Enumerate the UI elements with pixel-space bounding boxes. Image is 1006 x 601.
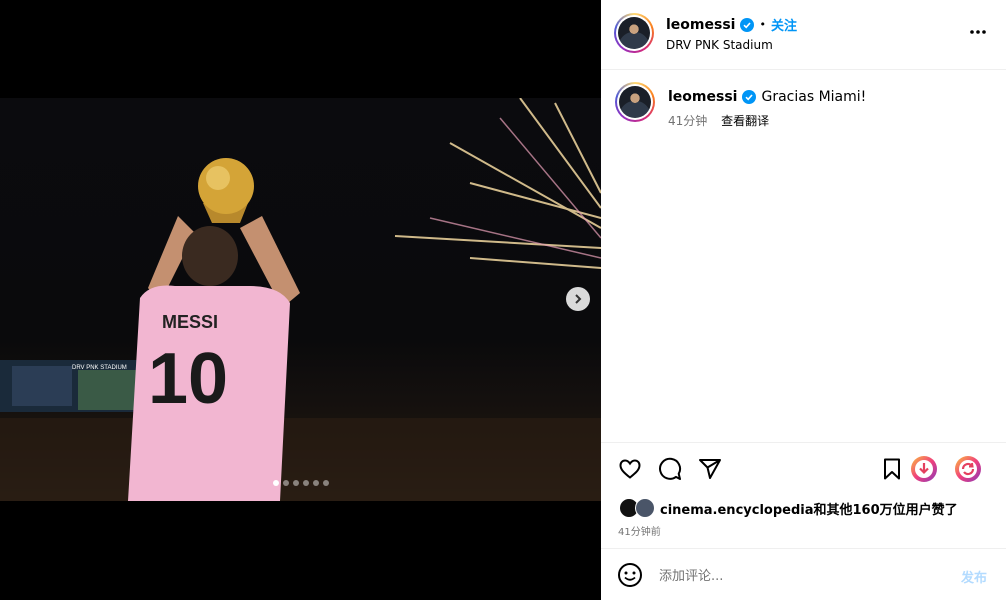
heart-icon xyxy=(619,459,641,479)
repost-icon xyxy=(955,456,981,482)
stadium-sign-text: DRV PNK STADIUM xyxy=(72,365,127,371)
post-media: DRV PNK STADIUM MESSI 10 xyxy=(0,0,601,600)
post-header: leomessi • 关注 DRV PNK Stadium xyxy=(601,0,1006,70)
jersey-number-text: 10 xyxy=(148,339,228,419)
carousel-dot xyxy=(322,480,329,486)
carousel-dot xyxy=(312,480,319,486)
more-options-icon xyxy=(970,30,986,34)
carousel-dot xyxy=(292,480,299,486)
avatar[interactable] xyxy=(614,13,654,53)
caption-text: Gracias Miami! xyxy=(761,89,867,105)
share-button[interactable] xyxy=(698,457,722,485)
repost-extension-button[interactable] xyxy=(954,455,982,487)
download-icon xyxy=(911,456,937,482)
separator-dot: • xyxy=(759,18,766,31)
carousel-dot xyxy=(272,480,279,486)
photo-illustration: DRV PNK STADIUM MESSI 10 xyxy=(0,98,601,501)
caption-time: 41分钟 xyxy=(668,114,708,128)
fireworks xyxy=(394,98,601,269)
caption-avatar[interactable] xyxy=(615,82,655,122)
follow-button[interactable]: 关注 xyxy=(771,15,797,34)
share-icon xyxy=(699,459,721,479)
carousel-next-button[interactable] xyxy=(566,287,590,311)
more-options-button[interactable] xyxy=(968,22,988,46)
comment-box: 发布 xyxy=(601,548,1006,601)
emoji-button[interactable] xyxy=(617,562,643,592)
emoji-icon xyxy=(618,563,642,587)
comment-input[interactable] xyxy=(657,561,941,591)
caption-meta: 41分钟 查看翻译 xyxy=(668,112,769,129)
save-button[interactable] xyxy=(880,457,904,485)
carousel-dots xyxy=(0,480,601,486)
posted-time: 41分钟前 xyxy=(618,527,661,538)
likes-text: cinema.encyclopedia和其他160万位用户赞了 xyxy=(660,502,958,518)
post-comment-button[interactable]: 发布 xyxy=(961,567,987,586)
action-bar xyxy=(601,442,1006,499)
jersey-name-text: MESSI xyxy=(162,312,218,332)
comment-button[interactable] xyxy=(658,457,682,485)
liker-avatar xyxy=(635,498,655,518)
comment-icon xyxy=(659,457,682,480)
chevron-right-icon xyxy=(575,294,582,304)
likes-summary[interactable]: cinema.encyclopedia和其他160万位用户赞了 xyxy=(619,498,958,518)
carousel-dot xyxy=(282,480,289,486)
carousel-dot xyxy=(302,480,309,486)
location-link[interactable]: DRV PNK Stadium xyxy=(666,38,773,52)
verified-badge-icon xyxy=(742,90,757,104)
translate-link[interactable]: 查看翻译 xyxy=(721,114,769,128)
download-extension-button[interactable] xyxy=(910,455,938,487)
post-side-panel: leomessi • 关注 DRV PNK Stadium leomessi G… xyxy=(601,0,1006,600)
post-photo: DRV PNK STADIUM MESSI 10 xyxy=(0,98,601,501)
bookmark-icon xyxy=(884,458,900,480)
like-button[interactable] xyxy=(618,457,642,485)
header-username[interactable]: leomessi xyxy=(666,17,735,33)
caption-username[interactable]: leomessi xyxy=(668,89,737,105)
verified-badge-icon xyxy=(740,17,755,32)
